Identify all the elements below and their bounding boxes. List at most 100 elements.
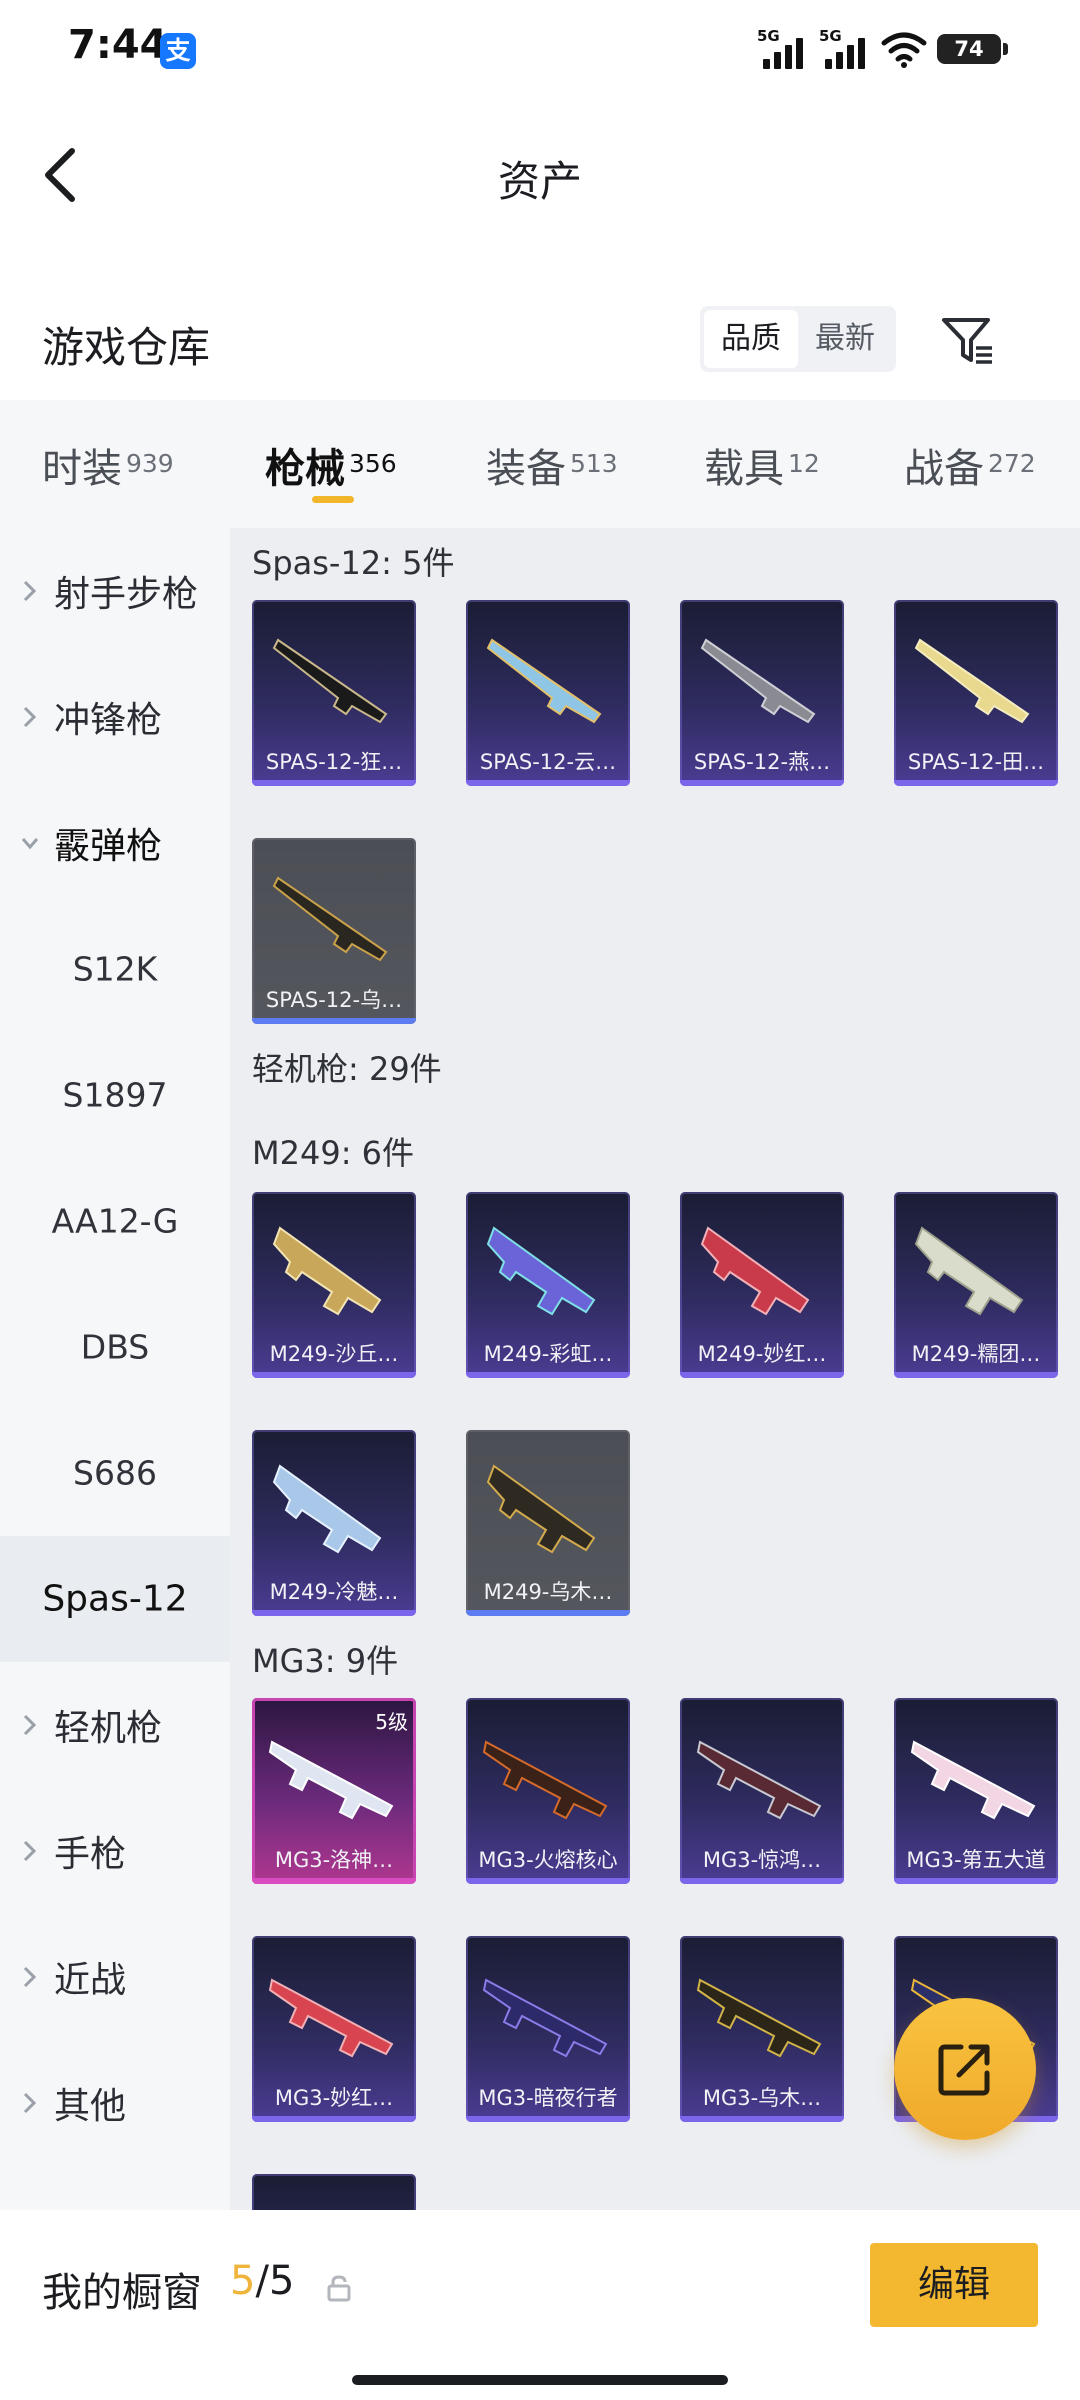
tab-equipment[interactable]: 装备 513 <box>486 436 618 494</box>
item-card[interactable]: SPAS-12-狂… <box>252 600 416 786</box>
sort-by-quality-button[interactable]: 品质 <box>704 310 798 368</box>
sidebar-item-smg[interactable]: 冲锋枪 <box>0 654 230 780</box>
battery-tip <box>1003 43 1008 55</box>
rarity-stripe <box>252 1610 416 1616</box>
item-card-label: SPAS-12-燕… <box>693 750 831 774</box>
sidebar-subitem-s12k[interactable]: S12K <box>0 906 230 1032</box>
edit-button[interactable]: 编辑 <box>870 2243 1038 2327</box>
sidebar-item-melee[interactable]: 近战 <box>0 1914 230 2040</box>
sidebar-item-label: 近战 <box>54 1960 127 2001</box>
mg3-skin-image <box>268 1978 394 2058</box>
sidebar-item-lmg[interactable]: 轻机枪 <box>0 1662 230 1788</box>
sidebar-subitem-dbs[interactable]: DBS <box>0 1284 230 1410</box>
item-card[interactable]: SPAS-12-云… <box>466 600 630 786</box>
filter-icon[interactable] <box>938 310 998 370</box>
sidebar-item-label: 其他 <box>54 2086 127 2127</box>
tab-label: 载具 <box>704 446 784 492</box>
item-card[interactable]: MG3-暗夜行者 <box>466 1936 630 2122</box>
item-card[interactable]: SPAS-12-乌… <box>252 838 416 1024</box>
rarity-stripe <box>680 2116 844 2122</box>
sidebar-item-label: 射手步枪 <box>54 574 199 615</box>
sidebar-item-shotgun[interactable]: 霰弹枪 <box>0 780 230 906</box>
shotgun-skin-image <box>272 876 388 962</box>
chevron-right-icon <box>23 706 37 728</box>
sidebar-subitem-s1897[interactable]: S1897 <box>0 1032 230 1158</box>
mg3-skin-image <box>696 1978 822 2058</box>
tab-supplies[interactable]: 战备 272 <box>904 436 1036 494</box>
item-card[interactable]: M249-糯团… <box>894 1192 1058 1378</box>
item-card[interactable] <box>252 2174 416 2210</box>
sidebar-subitem-aa12g[interactable]: AA12-G <box>0 1158 230 1284</box>
lmg-skin-image <box>486 1226 596 1316</box>
battery-icon: 74 <box>937 34 1001 64</box>
sidebar-item-label: AA12-G <box>51 1201 179 1241</box>
mg3-skin-image <box>482 1978 608 2058</box>
item-card[interactable]: M249-彩虹… <box>466 1192 630 1378</box>
wifi-icon <box>881 32 927 68</box>
warehouse-title: 游戏仓库 <box>42 323 211 372</box>
share-fab-button[interactable] <box>894 1998 1036 2140</box>
tab-count: 356 <box>349 449 397 478</box>
group-title-mg3: MG3: 9件 <box>252 1642 399 1680</box>
shotgun-skin-image <box>914 638 1030 724</box>
sidebar-item-pistol[interactable]: 手枪 <box>0 1788 230 1914</box>
chevron-right-icon <box>23 580 37 602</box>
item-card[interactable]: M249-乌木… <box>466 1430 630 1616</box>
item-card-label: M249-妙红… <box>697 1342 827 1366</box>
sidebar-subitem-spas12[interactable]: Spas-12 <box>0 1536 230 1662</box>
tab-outfits[interactable]: 时装 939 <box>42 436 174 494</box>
item-card[interactable]: MG3-妙红… <box>252 1936 416 2122</box>
item-card[interactable]: MG3-火熔核心 <box>466 1698 630 1884</box>
sort-toggle: 品质 最新 <box>700 306 896 372</box>
item-card[interactable]: MG3-乌木… <box>680 1936 844 2122</box>
group-title-m249: M249: 6件 <box>252 1134 415 1172</box>
sidebar-item-label: S1897 <box>62 1075 168 1115</box>
item-card[interactable]: MG3-惊鸿… <box>680 1698 844 1884</box>
sidebar-item-label: 轻机枪 <box>54 1708 163 1749</box>
page-title: 资产 <box>497 157 582 206</box>
lmg-skin-image <box>486 1464 596 1554</box>
sort-by-newest-button[interactable]: 最新 <box>798 310 892 368</box>
rarity-stripe <box>894 780 1058 786</box>
item-card-label: SPAS-12-云… <box>479 750 617 774</box>
page-header: 资产 <box>0 100 1080 250</box>
tab-label: 时装 <box>42 446 122 492</box>
item-card[interactable]: M249-冷魅… <box>252 1430 416 1616</box>
showcase-max-count: 5 <box>268 2258 295 2304</box>
sidebar-item-label: Spas-12 <box>42 1578 188 1620</box>
warehouse-header: 游戏仓库 品质 最新 <box>0 290 1080 400</box>
sidebar-item-label: S12K <box>72 949 158 989</box>
showcase-current-count: 5 <box>230 2258 256 2304</box>
item-card[interactable]: 5级 MG3-洛神… <box>252 1698 416 1884</box>
item-card-label: MG3-妙红… <box>274 2086 394 2110</box>
tab-vehicles[interactable]: 载具 12 <box>704 436 820 494</box>
sidebar-item-other[interactable]: 其他 <box>0 2040 230 2166</box>
item-card[interactable]: SPAS-12-田… <box>894 600 1058 786</box>
lmg-skin-image <box>272 1226 382 1316</box>
rarity-stripe <box>466 1878 630 1884</box>
item-card-label: M249-乌木… <box>483 1580 613 1604</box>
mg3-skin-image <box>268 1740 394 1820</box>
network-type-label: 5G <box>819 27 842 45</box>
rarity-stripe <box>466 780 630 786</box>
item-card[interactable]: SPAS-12-燕… <box>680 600 844 786</box>
tab-firearms[interactable]: 枪械 356 <box>265 436 397 494</box>
sidebar-item-marksman-rifle[interactable]: 射手步枪 <box>0 528 230 654</box>
home-indicator <box>352 2375 728 2385</box>
item-card-label: MG3-惊鸿… <box>702 1848 822 1872</box>
sidebar-subitem-s686[interactable]: S686 <box>0 1410 230 1536</box>
network-type-label: 5G <box>757 27 780 45</box>
category-tabs: 时装 939 枪械 356 装备 513 载具 12 战备 272 <box>0 400 1080 528</box>
mg3-skin-image <box>482 1740 608 1820</box>
chevron-right-icon <box>23 1840 37 1862</box>
item-card[interactable]: MG3-第五大道 <box>894 1698 1058 1884</box>
item-card-label: MG3-洛神… <box>274 1848 394 1872</box>
item-card[interactable]: M249-妙红… <box>680 1192 844 1378</box>
tab-count: 12 <box>788 449 820 478</box>
cellular-signal-icon-2: 5G <box>819 27 871 69</box>
shotgun-skin-image <box>486 638 602 724</box>
status-indicators: 5G 5G 74 <box>757 26 1008 72</box>
rarity-stripe <box>252 1018 416 1024</box>
item-card[interactable]: M249-沙丘… <box>252 1192 416 1378</box>
rarity-stripe <box>252 780 416 786</box>
